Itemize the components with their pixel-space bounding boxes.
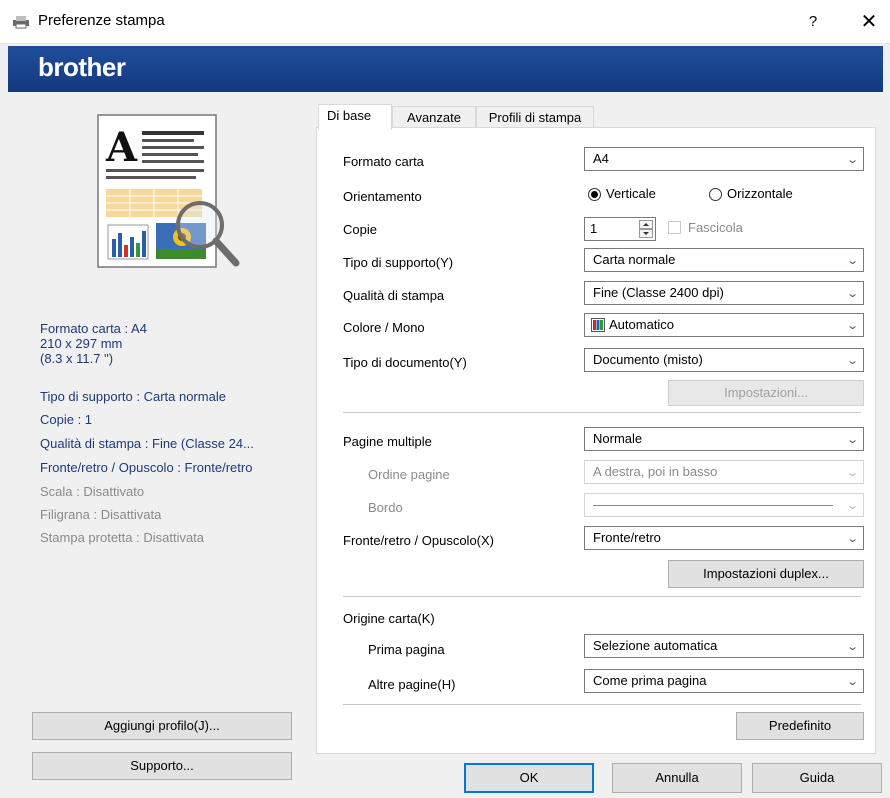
separator — [343, 596, 861, 597]
add-profile-button[interactable]: Aggiungi profilo(J)... — [32, 712, 292, 740]
close-button[interactable]: ✕ — [856, 9, 882, 35]
settings-button[interactable]: Impostazioni... — [668, 380, 864, 406]
border-label: Bordo — [368, 500, 403, 515]
chevron-down-icon: ⌄ — [845, 288, 859, 300]
duplex-settings-button[interactable]: Impostazioni duplex... — [668, 560, 864, 588]
print-quality-label: Qualità di stampa — [343, 288, 445, 303]
chevron-down-icon: ⌄ — [845, 320, 859, 332]
summary-scale: Scala : Disattivato — [40, 484, 145, 499]
collate-label: Fascicola — [688, 220, 743, 235]
other-pages-value: Come prima pagina — [593, 673, 707, 688]
copies-label: Copie — [343, 222, 377, 237]
duplex-label: Fronte/retro / Opuscolo(X) — [343, 533, 494, 548]
other-pages-label: Altre pagine(H) — [368, 677, 456, 692]
paper-size-select[interactable]: A4 ⌄ — [584, 147, 864, 171]
paper-source-label: Origine carta(K) — [343, 611, 435, 626]
printer-icon — [13, 16, 29, 29]
chevron-down-icon: ⌄ — [845, 641, 859, 653]
color-mono-select[interactable]: Automatico ⌄ — [584, 313, 864, 337]
media-type-label: Tipo di supporto(Y) — [343, 255, 454, 270]
multiple-pages-label: Pagine multiple — [343, 434, 432, 449]
duplex-select[interactable]: Fronte/retro ⌄ — [584, 526, 864, 550]
separator — [343, 704, 861, 705]
multiple-pages-value: Normale — [593, 431, 643, 446]
summary-copies: Copie : 1 — [40, 412, 93, 427]
border-select[interactable]: ⌄ — [584, 493, 864, 517]
svg-text:A: A — [105, 124, 138, 171]
ok-button[interactable]: OK — [464, 763, 594, 793]
summary-watermark: Filigrana : Disattivata — [40, 507, 162, 522]
border-line-preview — [593, 505, 833, 506]
orientation-label: Orientamento — [343, 189, 422, 204]
document-type-select[interactable]: Documento (misto) ⌄ — [584, 348, 864, 372]
color-mono-label: Colore / Mono — [343, 320, 425, 335]
window-title: Preferenze stampa — [38, 12, 165, 29]
summary-secure-print: Stampa protetta : Disattivata — [40, 530, 205, 545]
media-type-select[interactable]: Carta normale ⌄ — [584, 248, 864, 272]
portrait-radio[interactable] — [588, 188, 601, 201]
first-page-label: Prima pagina — [368, 642, 445, 657]
first-page-select[interactable]: Selezione automatica ⌄ — [584, 634, 864, 658]
title-bar: Preferenze stampa ? ✕ — [0, 0, 890, 44]
default-button[interactable]: Predefinito — [736, 712, 864, 740]
duplex-value: Fronte/retro — [593, 530, 661, 545]
separator — [343, 412, 861, 413]
multiple-pages-select[interactable]: Normale ⌄ — [584, 427, 864, 451]
page-order-select[interactable]: A destra, poi in basso ⌄ — [584, 460, 864, 484]
summary-paper-size: Formato carta : A4 — [40, 321, 147, 336]
cancel-button[interactable]: Annulla — [612, 763, 742, 793]
copies-stepper[interactable]: 1 — [584, 217, 656, 241]
page-order-label: Ordine pagine — [368, 467, 450, 482]
spin-arrows-icon[interactable] — [639, 220, 653, 238]
copies-value: 1 — [590, 221, 598, 236]
chevron-down-icon: ⌄ — [845, 355, 859, 367]
chevron-down-icon: ⌄ — [845, 500, 859, 512]
other-pages-select[interactable]: Come prima pagina ⌄ — [584, 669, 864, 693]
color-mode-icon — [591, 318, 605, 332]
preview-image: A — [97, 114, 240, 268]
chevron-down-icon: ⌄ — [845, 154, 859, 166]
summary-print-quality: Qualità di stampa : Fine (Classe 24... — [40, 436, 254, 451]
summary-paper-dimensions-in: (8.3 x 11.7 ") — [40, 351, 114, 366]
paper-size-label: Formato carta — [343, 154, 424, 169]
support-button[interactable]: Supporto... — [32, 752, 292, 780]
brand-banner: brother — [8, 46, 883, 92]
help-button[interactable]: ? — [800, 9, 826, 35]
page-order-value: A destra, poi in basso — [593, 464, 718, 479]
collate-checkbox[interactable] — [668, 221, 681, 234]
summary-paper-dimensions-mm: 210 x 297 mm — [40, 336, 123, 351]
brand-logo: brother — [38, 52, 126, 82]
chevron-down-icon: ⌄ — [845, 533, 859, 545]
document-type-value: Documento (misto) — [593, 352, 703, 367]
landscape-label[interactable]: Orizzontale — [727, 186, 793, 201]
chevron-down-icon: ⌄ — [845, 434, 859, 446]
chevron-down-icon: ⌄ — [845, 467, 859, 479]
first-page-value: Selezione automatica — [593, 638, 718, 653]
tab-di-base[interactable]: Di base — [318, 104, 392, 130]
print-quality-value: Fine (Classe 2400 dpi) — [593, 285, 724, 300]
summary-media-type: Tipo di supporto : Carta normale — [40, 389, 226, 404]
summary-duplex: Fronte/retro / Opuscolo : Fronte/retro — [40, 460, 253, 475]
color-mono-value: Automatico — [609, 317, 675, 332]
print-quality-select[interactable]: Fine (Classe 2400 dpi) ⌄ — [584, 281, 864, 305]
portrait-label[interactable]: Verticale — [606, 186, 656, 201]
paper-size-value: A4 — [593, 151, 609, 166]
landscape-radio[interactable] — [709, 188, 722, 201]
chevron-down-icon: ⌄ — [845, 255, 859, 267]
help-guide-button[interactable]: Guida — [752, 763, 882, 793]
chevron-down-icon: ⌄ — [845, 676, 859, 688]
document-type-label: Tipo di documento(Y) — [343, 355, 467, 370]
media-type-value: Carta normale — [593, 252, 676, 267]
